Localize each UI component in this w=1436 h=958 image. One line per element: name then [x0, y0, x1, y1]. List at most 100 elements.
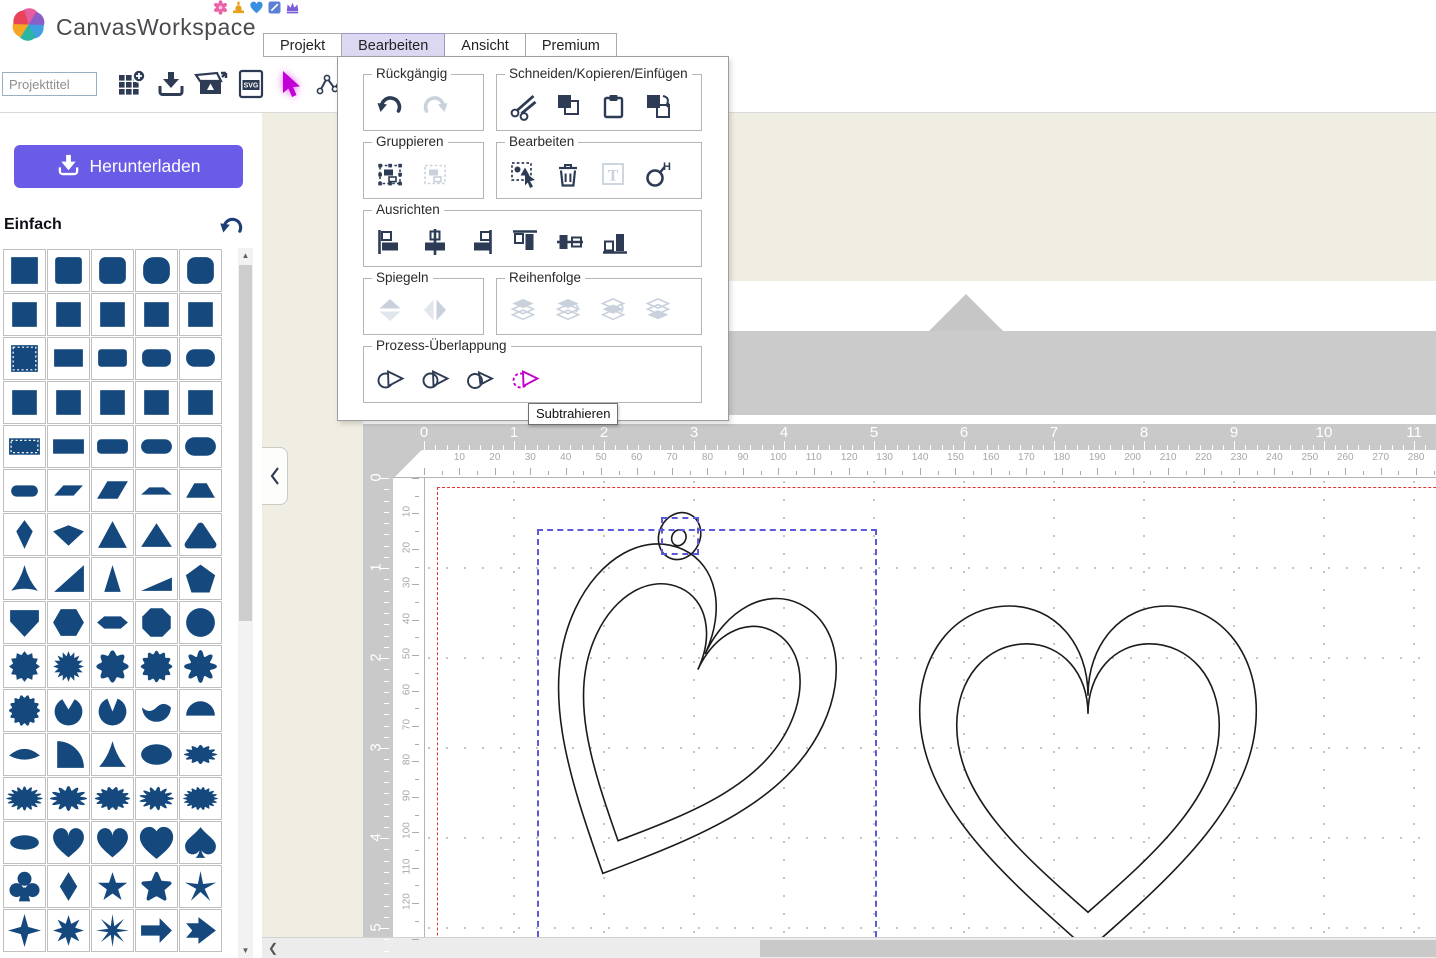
shape-spiky-oval-3[interactable]	[91, 777, 134, 820]
menu-item-align-top-icon[interactable]	[509, 226, 541, 258]
shape-perforated-rectangle[interactable]	[3, 425, 46, 468]
shape-star-8[interactable]	[47, 909, 90, 952]
shape-stamp-square-5[interactable]	[179, 293, 222, 336]
menu-item-paste-icon[interactable]	[642, 90, 674, 122]
shape-square-rounded-sm[interactable]	[47, 249, 90, 292]
shape-kite-wide[interactable]	[47, 513, 90, 556]
menu-item-subtract-icon[interactable]	[509, 362, 541, 394]
tab-premium[interactable]: Premium	[526, 33, 617, 57]
shape-arrow-right[interactable]	[135, 909, 178, 952]
shape-scallop-14[interactable]	[3, 689, 46, 732]
shape-trapezoid-flat[interactable]	[135, 469, 178, 512]
shape-star-5[interactable]	[91, 865, 134, 908]
shape-arrow-chevron[interactable]	[179, 909, 222, 952]
menu-item-intersect-icon[interactable]	[464, 362, 496, 394]
toolbar-new-project-icon[interactable]	[111, 66, 151, 102]
menu-item-divide-icon[interactable]	[419, 362, 451, 394]
shape-square-rounded-lg[interactable]	[135, 249, 178, 292]
shape-stamp-square-4[interactable]	[135, 293, 178, 336]
menu-item-align-middle-v-icon[interactable]	[554, 226, 586, 258]
menu-item-undo-icon[interactable]	[374, 90, 406, 122]
shape-fan[interactable]	[3, 733, 46, 776]
shape-spiky-oval-5[interactable]	[179, 777, 222, 820]
shape-kite[interactable]	[3, 513, 46, 556]
shape-parallelogram[interactable]	[91, 469, 134, 512]
category-back-button[interactable]	[218, 213, 246, 241]
shape-perforated-square[interactable]	[3, 337, 46, 380]
scroll-down-icon[interactable]: ▼	[238, 943, 253, 958]
shape-ellipse[interactable]	[135, 733, 178, 776]
shape-spiky-oval-2[interactable]	[47, 777, 90, 820]
menu-item-weld-icon[interactable]	[374, 362, 406, 394]
shape-heart-scallop[interactable]	[135, 821, 178, 864]
shape-triangle-tall[interactable]	[91, 513, 134, 556]
shape-square[interactable]	[3, 249, 46, 292]
shape-triangle[interactable]	[135, 513, 178, 556]
shape-squircle[interactable]	[179, 249, 222, 292]
menu-item-delete-icon[interactable]	[552, 158, 584, 190]
shape-rectangle-wide[interactable]	[47, 425, 90, 468]
menu-item-align-center-h-icon[interactable]	[419, 226, 451, 258]
shape-parallelogram-slim[interactable]	[47, 469, 90, 512]
shape-stamp-rectangle-2[interactable]	[47, 381, 90, 424]
shape-burst-8[interactable]	[91, 909, 134, 952]
shape-heart[interactable]	[47, 821, 90, 864]
shape-burst-12[interactable]	[3, 645, 46, 688]
toolbar-import-icon[interactable]	[151, 66, 191, 102]
canvas-scrollbar[interactable]: ❮	[262, 937, 1436, 958]
shape-star-5-thin[interactable]	[179, 865, 222, 908]
shape-right-triangle[interactable]	[47, 557, 90, 600]
download-button[interactable]: Herunterladen	[14, 145, 243, 188]
shape-triangle-narrow[interactable]	[91, 557, 134, 600]
menu-item-cut-icon[interactable]	[507, 90, 539, 122]
shape-stamp-square-3[interactable]	[91, 293, 134, 336]
sidebar-scroll-thumb[interactable]	[239, 265, 252, 621]
shape-rectangle-rounded-lg[interactable]	[135, 337, 178, 380]
shape-notch-circle[interactable]	[47, 689, 90, 732]
shape-ellipse-slim[interactable]	[3, 821, 46, 864]
shape-spiky-oval-sm[interactable]	[179, 733, 222, 776]
menu-item-rotate-h-icon[interactable]: H	[642, 158, 674, 190]
shape-rectangle-pill[interactable]	[135, 425, 178, 468]
shape-tulip[interactable]	[91, 689, 134, 732]
menu-item-clipboard-icon[interactable]	[597, 90, 629, 122]
selection-box[interactable]	[537, 529, 877, 947]
shape-flower-8[interactable]	[179, 645, 222, 688]
sidebar-scrollbar[interactable]: ▲ ▼	[238, 248, 253, 958]
shape-scallop-12[interactable]	[135, 645, 178, 688]
shape-square-rounded-md[interactable]	[91, 249, 134, 292]
shape-stamp-rectangle-1[interactable]	[3, 381, 46, 424]
toolbar-select-cursor-icon[interactable]	[271, 66, 311, 102]
menu-item-select-objects-icon[interactable]	[507, 158, 539, 190]
shape-stadium[interactable]	[179, 425, 222, 468]
shape-club[interactable]	[3, 865, 46, 908]
scroll-left-icon[interactable]: ❮	[268, 941, 278, 955]
shape-stamp-rectangle-3[interactable]	[91, 381, 134, 424]
shape-octagon[interactable]	[135, 601, 178, 644]
tab-bearbeiten[interactable]: Bearbeiten	[342, 33, 445, 57]
shape-spade[interactable]	[179, 821, 222, 864]
toolbar-export-mat-icon[interactable]	[191, 66, 231, 102]
tab-ansicht[interactable]: Ansicht	[445, 33, 526, 57]
shape-sun-16[interactable]	[47, 645, 90, 688]
shape-heart-round[interactable]	[91, 821, 134, 864]
shape-stamp-rectangle-4[interactable]	[135, 381, 178, 424]
menu-item-align-right-icon[interactable]	[464, 226, 496, 258]
shape-rectangle-rounded-sm[interactable]	[91, 337, 134, 380]
scroll-up-icon[interactable]: ▲	[238, 248, 253, 263]
shape-triangle-rounded[interactable]	[179, 513, 222, 556]
tab-projekt[interactable]: Projekt	[263, 33, 342, 57]
shape-circle[interactable]	[179, 601, 222, 644]
shape-quarter-circle[interactable]	[47, 733, 90, 776]
shape-trapezoid[interactable]	[179, 469, 222, 512]
shape-semicircle[interactable]	[179, 689, 222, 732]
shape-rectangle-wide-rounded[interactable]	[91, 425, 134, 468]
shape-stamp-rectangle-5[interactable]	[179, 381, 222, 424]
shape-hexagon-flat[interactable]	[91, 601, 134, 644]
shape-rectangle-barrel[interactable]	[179, 337, 222, 380]
shape-stamp-square-2[interactable]	[47, 293, 90, 336]
menu-item-group-icon[interactable]	[374, 158, 406, 190]
shape-spiky-oval-1[interactable]	[3, 777, 46, 820]
shape-star-5-round[interactable]	[135, 865, 178, 908]
shape-right-triangle-low[interactable]	[135, 557, 178, 600]
